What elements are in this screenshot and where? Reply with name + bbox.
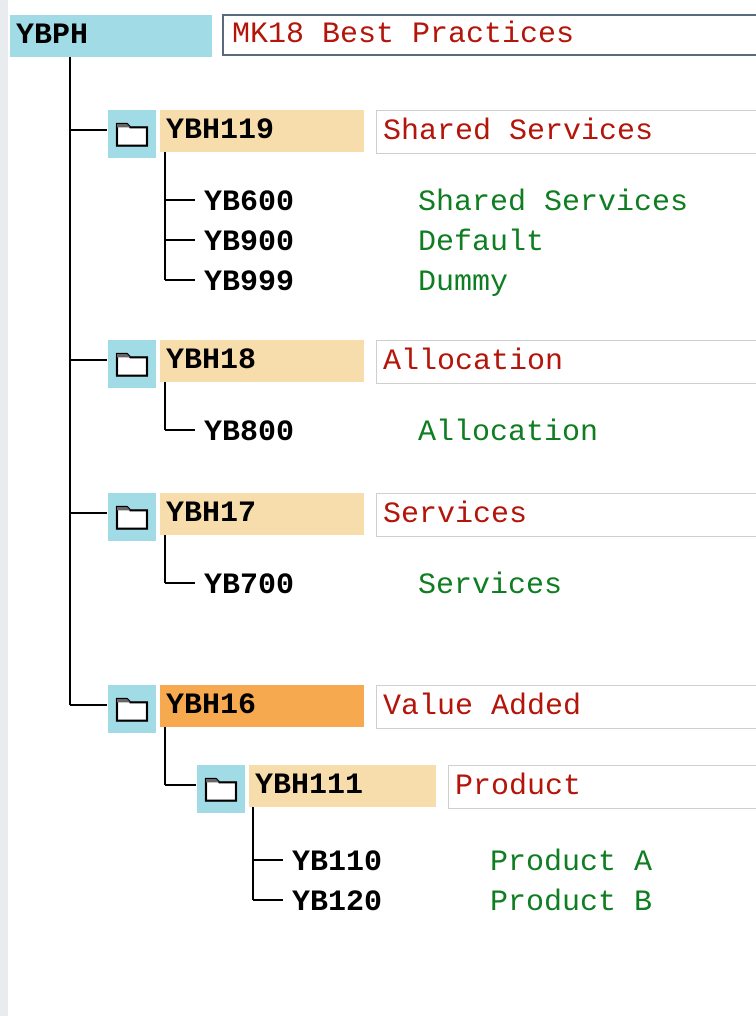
leaf-node-desc: Services — [412, 565, 568, 607]
group-node-desc[interactable]: Allocation — [376, 340, 756, 384]
subgroup-node-desc[interactable]: Product — [448, 765, 756, 809]
leaf-node-desc: Allocation — [412, 412, 604, 454]
folder-icon[interactable] — [108, 110, 156, 158]
leaf-node-desc: Dummy — [412, 262, 514, 304]
subgroup-node-code[interactable]: YBH111 — [249, 765, 436, 807]
group-node-code[interactable]: YBH18 — [160, 340, 364, 382]
left-rail — [0, 0, 8, 1016]
folder-icon[interactable] — [108, 340, 156, 388]
leaf-node-desc: Default — [412, 222, 550, 264]
group-node-code[interactable]: YBH119 — [160, 110, 364, 152]
leaf-node-code[interactable]: YB700 — [198, 565, 350, 607]
leaf-node-code[interactable]: YB600 — [198, 182, 350, 224]
folder-icon[interactable] — [197, 765, 245, 813]
leaf-node-code[interactable]: YB800 — [198, 412, 350, 454]
folder-icon[interactable] — [108, 493, 156, 541]
leaf-node-desc: Product A — [484, 842, 658, 884]
leaf-node-desc: Product B — [484, 882, 658, 924]
leaf-node-desc: Shared Services — [412, 182, 694, 224]
root-node-code[interactable]: YBPH — [10, 15, 212, 57]
leaf-node-code[interactable]: YB999 — [198, 262, 350, 304]
group-node-code[interactable]: YBH16 — [160, 685, 364, 727]
folder-icon[interactable] — [108, 685, 156, 733]
leaf-node-code[interactable]: YB120 — [286, 882, 438, 924]
leaf-node-code[interactable]: YB900 — [198, 222, 350, 264]
leaf-node-code[interactable]: YB110 — [286, 842, 438, 884]
group-node-code[interactable]: YBH17 — [160, 493, 364, 535]
group-node-desc[interactable]: Shared Services — [376, 110, 756, 154]
root-node-desc[interactable]: MK18 Best Practices — [222, 14, 756, 56]
group-node-desc[interactable]: Value Added — [376, 685, 756, 729]
group-node-desc[interactable]: Services — [376, 493, 756, 537]
